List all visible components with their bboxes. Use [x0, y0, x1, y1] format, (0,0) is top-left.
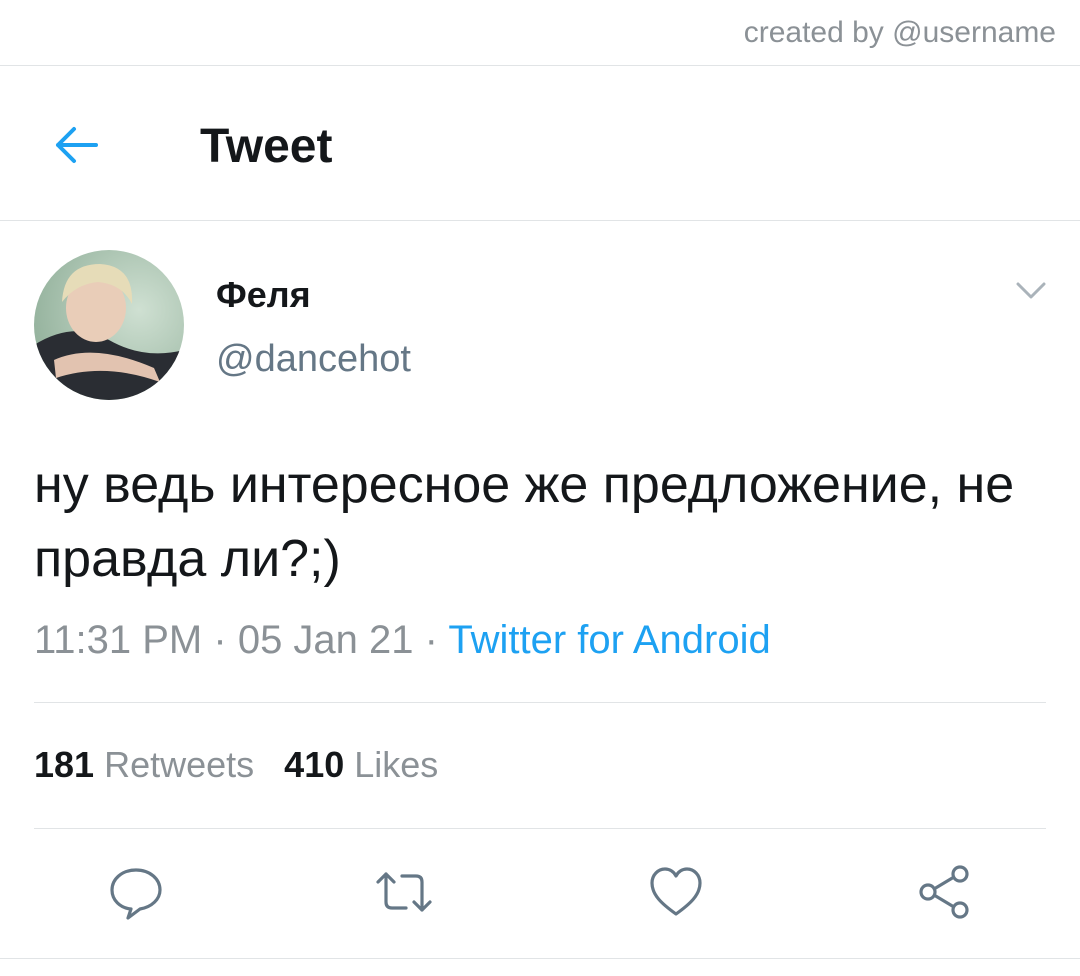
likes-stat[interactable]: 410 Likes [284, 744, 438, 785]
likes-label: Likes [354, 744, 439, 785]
tweet-date: 05 Jan 21 [237, 618, 414, 662]
avatar-image [34, 250, 184, 400]
share-icon [919, 865, 969, 919]
page-title: Tweet [200, 120, 333, 173]
watermark-text: created by @username [743, 16, 1056, 49]
author-handle[interactable]: @dancehot [216, 338, 411, 381]
retweets-stat[interactable]: 181 Retweets [34, 744, 254, 785]
meta-separator: · [213, 618, 227, 662]
meta-separator: · [424, 618, 438, 662]
reply-button[interactable] [106, 862, 166, 922]
likes-count: 410 [284, 744, 345, 785]
chevron-down-icon [1016, 282, 1046, 299]
divider [0, 958, 1080, 959]
back-button[interactable] [50, 123, 104, 167]
speech-bubble-icon [110, 868, 162, 920]
tweet-text: ну ведь интересное же предложение, не пр… [34, 456, 1015, 588]
heart-icon [650, 867, 702, 916]
like-button[interactable] [646, 862, 706, 922]
tweet-stats: 181 Retweets 410 Likes [34, 744, 438, 786]
retweet-button[interactable] [374, 862, 434, 922]
retweet-icon [376, 872, 432, 912]
tweet-meta: 11:31 PM · 05 Jan 21 · Twitter for Andro… [34, 618, 771, 663]
tweet-time: 11:31 PM [34, 618, 203, 662]
tweet-source-link[interactable]: Twitter for Android [448, 618, 770, 662]
retweets-label: Retweets [104, 744, 255, 785]
tweet-header: Tweet [0, 67, 1080, 221]
avatar[interactable] [34, 250, 184, 400]
watermark-bar: created by @username [0, 0, 1080, 66]
retweets-count: 181 [34, 744, 95, 785]
divider [34, 702, 1046, 703]
share-button[interactable] [914, 862, 974, 922]
author-display-name[interactable]: Феля [216, 274, 311, 316]
arrow-left-icon [56, 127, 98, 163]
more-options-button[interactable] [1014, 278, 1048, 304]
divider [34, 828, 1046, 829]
